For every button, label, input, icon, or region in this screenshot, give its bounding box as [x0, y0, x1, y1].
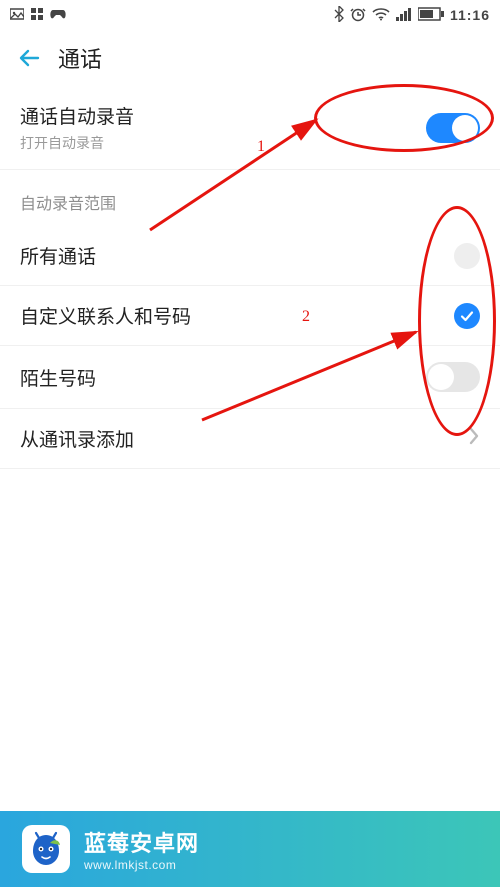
scope-item-label: 所有通话 [20, 242, 96, 269]
scope-unknown-numbers-row[interactable]: 陌生号码 [0, 346, 500, 409]
watermark-url: www.lmkjst.com [84, 858, 199, 872]
scope-item-label: 陌生号码 [20, 364, 96, 391]
apps-icon [30, 7, 44, 24]
scope-section-label: 自动录音范围 [0, 170, 500, 226]
watermark-title: 蓝莓安卓网 [84, 826, 199, 858]
scope-item-label: 自定义联系人和号码 [20, 302, 191, 329]
scope-all-calls-radio[interactable] [454, 243, 480, 269]
wifi-icon [372, 7, 390, 24]
battery-icon [418, 7, 444, 24]
watermark-logo [22, 825, 70, 873]
signal-icon [396, 7, 412, 24]
clock-text: 11:16 [450, 7, 490, 23]
back-button[interactable] [16, 44, 44, 72]
scope-custom-contacts-row[interactable]: 自定义联系人和号码 [0, 286, 500, 346]
bluetooth-icon [334, 6, 344, 25]
app-header: 通话 [0, 30, 500, 86]
scope-unknown-toggle[interactable] [426, 362, 480, 392]
watermark-banner: 蓝莓安卓网 www.lmkjst.com [0, 811, 500, 887]
page-title: 通话 [58, 42, 102, 74]
auto-record-sub: 打开自动录音 [20, 133, 134, 153]
status-bar: 11:16 [0, 0, 500, 30]
scope-custom-contacts-radio[interactable] [454, 303, 480, 329]
chevron-right-icon [468, 426, 480, 451]
alarm-icon [350, 6, 366, 25]
game-icon [50, 7, 66, 24]
add-from-contacts-row[interactable]: 从通讯录添加 [0, 409, 500, 469]
add-from-contacts-label: 从通讯录添加 [20, 425, 134, 452]
auto-record-row: 通话自动录音 打开自动录音 [0, 86, 500, 170]
auto-record-title: 通话自动录音 [20, 102, 134, 129]
scope-all-calls-row[interactable]: 所有通话 [0, 226, 500, 286]
auto-record-toggle[interactable] [426, 113, 480, 143]
gallery-icon [10, 7, 24, 24]
